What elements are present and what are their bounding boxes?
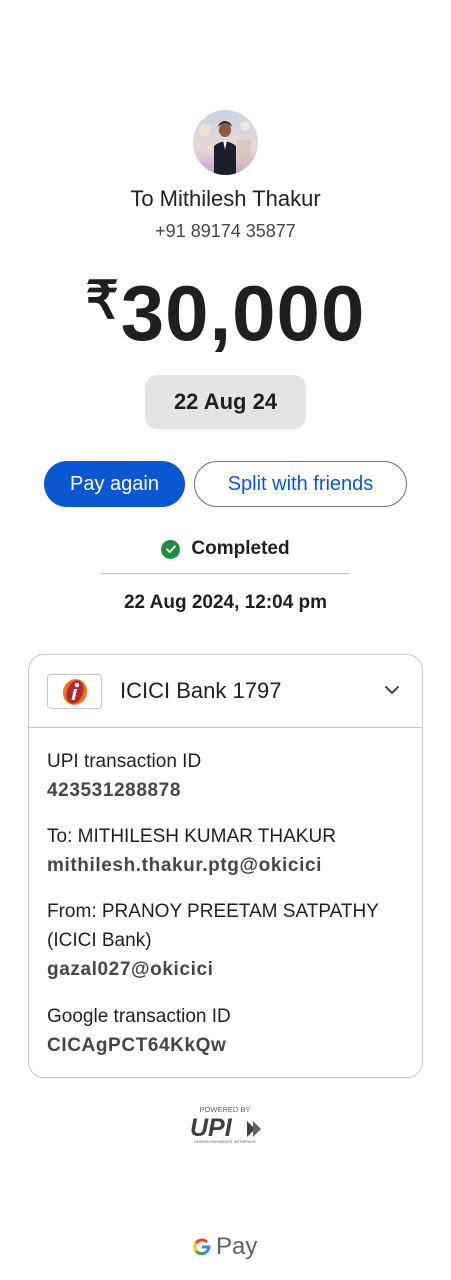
chevron-down-icon[interactable]: [383, 681, 401, 699]
gpay-text: Pay: [216, 1233, 258, 1260]
google-transaction-id-row: Google transaction ID CICAgPCT64KkQw: [47, 1002, 417, 1061]
from-row: From: PRANOY PREETAM SATPATHY (ICICI Ban…: [47, 897, 417, 985]
upi-subtitle: UNIFIED PAYMENTS INTERFACE: [194, 1139, 256, 1144]
detail-label: From: PRANOY PREETAM SATPATHY (ICICI Ban…: [47, 901, 379, 951]
check-circle-icon: [161, 539, 181, 559]
upi-text: UPI: [190, 1114, 233, 1142]
google-pay-logo: Pay: [191, 1232, 257, 1262]
detail-value: mithilesh.thakur.ptg@okicici: [47, 855, 322, 876]
payment-amount: ₹30,000: [0, 268, 451, 359]
transaction-details-card: ICICI Bank 1797 UPI transaction ID 42353…: [28, 654, 423, 1078]
detail-label: UPI transaction ID: [47, 751, 202, 772]
detail-label: Google transaction ID: [47, 1006, 231, 1027]
detail-value: gazal027@okicici: [47, 959, 214, 980]
status-text: Completed: [191, 538, 290, 559]
date-chip: 22 Aug 24: [145, 375, 306, 429]
google-g-icon: [193, 1238, 211, 1256]
status-row: Completed: [0, 538, 451, 560]
detail-label: To: MITHILESH KUMAR THAKUR: [47, 826, 336, 847]
icici-logo-icon: [47, 674, 102, 709]
to-row: To: MITHILESH KUMAR THAKUR mithilesh.tha…: [47, 822, 417, 881]
split-with-friends-button[interactable]: Split with friends: [194, 461, 407, 507]
bank-account-header[interactable]: ICICI Bank 1797: [29, 655, 422, 728]
recipient-name: To Mithilesh Thakur: [130, 186, 321, 211]
upi-transaction-id-row: UPI transaction ID 423531288878: [47, 747, 417, 806]
divider: [101, 573, 350, 574]
upi-logo: POWERED BY UPI UNIFIED PAYMENTS INTERFAC…: [190, 1105, 261, 1144]
currency-symbol: ₹: [85, 272, 119, 330]
transaction-timestamp: 22 Aug 2024, 12:04 pm: [123, 592, 328, 613]
amount-value: 30,000: [120, 269, 366, 357]
recipient-phone: +91 89174 35877: [155, 221, 296, 241]
detail-value: CICAgPCT64KkQw: [47, 1035, 227, 1056]
powered-by-text: POWERED BY: [200, 1105, 251, 1114]
bank-name: ICICI Bank 1797: [120, 678, 282, 703]
pay-again-button[interactable]: Pay again: [44, 461, 185, 507]
detail-value: 423531288878: [47, 780, 182, 801]
avatar: [193, 110, 258, 175]
